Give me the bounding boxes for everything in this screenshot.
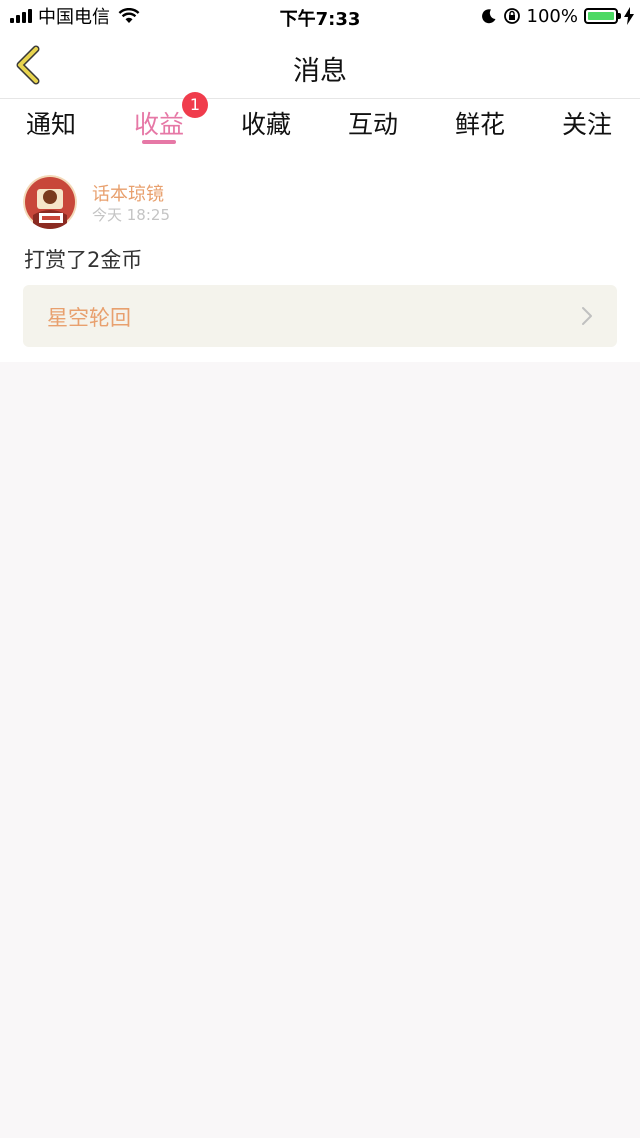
- book-title: 星空轮回: [47, 306, 131, 330]
- message-card: 话本琼镜 今天 18:25 打赏了2金币 星空轮回: [0, 153, 640, 362]
- tab-following[interactable]: 关注: [562, 105, 612, 141]
- message-time: 今天 18:25: [92, 206, 170, 224]
- status-bar: 中国电信 下午7:33 100%: [0, 0, 640, 32]
- status-right: 100%: [481, 5, 634, 27]
- message-text: 打赏了2金币: [24, 248, 143, 272]
- user-avatar-icon[interactable]: [23, 175, 77, 229]
- battery-icon: [584, 8, 621, 24]
- chevron-right-icon: [582, 307, 592, 325]
- book-link[interactable]: 星空轮回: [23, 285, 617, 347]
- nav-bar: 消息: [0, 32, 640, 99]
- tab-active-indicator: [142, 140, 176, 144]
- rotation-lock-icon: [503, 8, 520, 24]
- tab-interactions[interactable]: 互动: [348, 105, 398, 141]
- charging-icon: [624, 7, 634, 25]
- battery-percent: 100%: [526, 5, 578, 27]
- tab-bar: 通知 收益 收藏 互动 鲜花 关注: [0, 99, 640, 153]
- tab-earnings[interactable]: 收益: [134, 105, 184, 141]
- page-title: 消息: [293, 56, 347, 87]
- tab-notifications[interactable]: 通知: [26, 105, 76, 141]
- moon-icon: [481, 9, 496, 24]
- tab-flowers[interactable]: 鲜花: [455, 105, 505, 141]
- tab-earnings-badge: 1: [182, 92, 208, 118]
- sender-name[interactable]: 话本琼镜: [92, 180, 164, 206]
- tab-favorites[interactable]: 收藏: [241, 105, 291, 141]
